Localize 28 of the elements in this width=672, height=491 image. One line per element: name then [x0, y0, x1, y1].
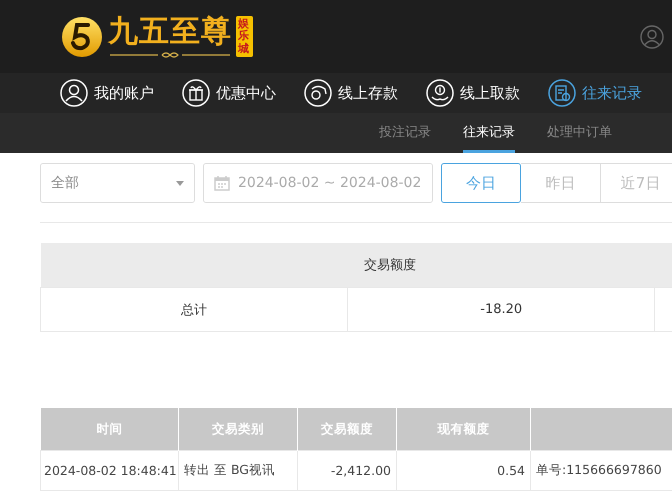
- sub-tab[interactable]: 往来记录: [463, 113, 515, 153]
- table-cell: -2,412.00: [298, 450, 396, 490]
- sub-tab[interactable]: 投注记录: [379, 113, 431, 153]
- logo-emblem-icon: [60, 14, 104, 58]
- brand-badge: 娱乐城: [236, 16, 253, 57]
- table-header: 交易额度: [40, 243, 672, 288]
- table-cell: -18.20: [348, 288, 655, 332]
- table-cell: 0.54: [396, 450, 530, 490]
- gift-icon: [182, 79, 210, 107]
- caret-icon: [176, 180, 184, 186]
- date-preset-button[interactable]: 今日: [441, 163, 521, 203]
- nav-item[interactable]: 往来记录: [548, 79, 670, 107]
- table-cell: 单号:115666697860: [530, 450, 672, 490]
- table-cell: 2024-08-02 18:48:41: [40, 450, 178, 490]
- sub-tab[interactable]: 处理中订单: [547, 113, 612, 153]
- nav-item[interactable]: 优惠中心: [182, 79, 304, 107]
- type-select[interactable]: 全部: [40, 163, 195, 203]
- calendar-icon: [214, 175, 230, 191]
- nav-item[interactable]: 我的账户: [60, 79, 182, 107]
- table-cell: 总计: [40, 288, 348, 332]
- date-range-field[interactable]: 2024-08-02 ~ 2024-08-02: [203, 163, 433, 203]
- person-icon: [60, 79, 88, 107]
- user-icon[interactable]: [640, 24, 664, 48]
- document-clock-icon: [548, 79, 576, 107]
- table-cell: 转出 至 BG视讯: [178, 450, 298, 490]
- nav-item[interactable]: 线上取款: [426, 79, 548, 107]
- nav-item[interactable]: 线上存款: [304, 79, 426, 107]
- brand-name: 九五至尊: [108, 14, 232, 48]
